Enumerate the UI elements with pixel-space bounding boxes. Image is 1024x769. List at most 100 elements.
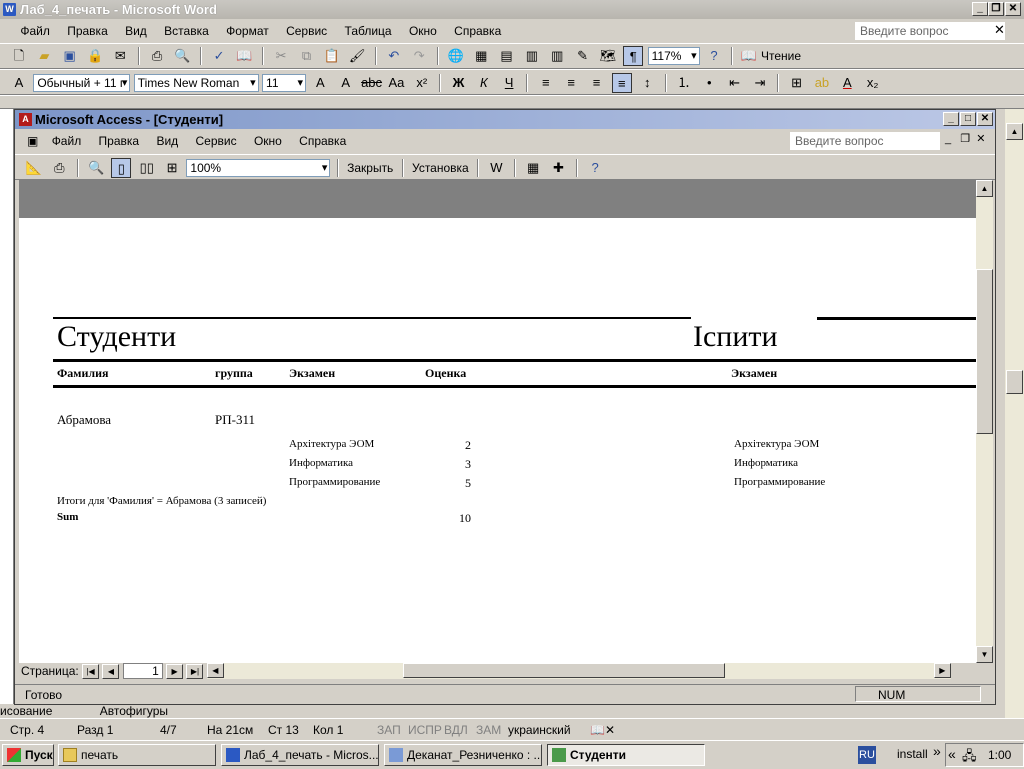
access-scroll-right-icon[interactable]: ▶ xyxy=(933,663,951,678)
one-page-icon[interactable]: ▯ xyxy=(111,158,132,178)
status-ext[interactable]: ВДЛ xyxy=(444,723,468,737)
align-center-icon[interactable]: ≡ xyxy=(561,73,581,93)
undo-icon[interactable]: ↶ xyxy=(384,46,404,66)
multiple-pages-icon[interactable]: ⊞ xyxy=(162,158,182,178)
setup-button[interactable]: Установка xyxy=(410,161,471,175)
status-trk[interactable]: ИСПР xyxy=(408,723,442,737)
access-minimize-button[interactable]: _ xyxy=(943,112,959,126)
word-restore-button[interactable]: ❐ xyxy=(988,2,1004,16)
page-number-input[interactable]: 1 xyxy=(122,663,163,679)
drawing-icon[interactable]: ✎ xyxy=(573,46,593,66)
access-scroll-down-icon[interactable]: ▼ xyxy=(976,646,993,663)
access-doc-restore-icon[interactable]: ❐ xyxy=(960,133,970,145)
office-links-icon[interactable]: W xyxy=(486,158,506,178)
decrease-indent-icon[interactable]: ⇤ xyxy=(725,73,745,93)
styles-icon[interactable]: A xyxy=(9,73,29,93)
access-doc-icon[interactable]: ▣ xyxy=(15,130,41,152)
word-vscroll[interactable]: ▲ xyxy=(1005,109,1024,718)
clock[interactable]: 1:00 xyxy=(988,748,1011,762)
align-left-icon[interactable]: ≡ xyxy=(536,73,556,93)
print-icon[interactable]: ⎙ xyxy=(147,46,167,66)
document-map-icon[interactable]: 🗺 xyxy=(598,46,618,66)
access-menu-help[interactable]: Справка xyxy=(292,130,353,152)
highlight-icon[interactable]: ab xyxy=(812,73,832,93)
network-icon[interactable]: 🖧 xyxy=(962,747,977,769)
access-zoom-select[interactable]: 100% xyxy=(186,159,331,177)
help-icon[interactable]: ? xyxy=(704,46,724,66)
taskbar-item-access-db[interactable]: Деканат_Резниченко : ... xyxy=(384,744,542,766)
email-icon[interactable]: ✉ xyxy=(110,46,130,66)
start-button[interactable]: Пуск xyxy=(2,744,54,766)
access-vscroll[interactable]: ▲ ▼ xyxy=(976,180,993,663)
word-menu-insert[interactable]: Вставка xyxy=(157,20,216,42)
small-caps-icon[interactable]: Aa xyxy=(386,73,406,93)
permission-icon[interactable]: 🔒 xyxy=(85,46,105,66)
access-ask-input[interactable]: Введите вопрос xyxy=(790,132,940,150)
access-close-button[interactable]: ✕ xyxy=(977,112,993,126)
access-help-icon[interactable]: ? xyxy=(585,158,605,178)
redo-icon[interactable]: ↷ xyxy=(409,46,429,66)
increase-indent-icon[interactable]: ⇥ xyxy=(750,73,770,93)
tables-borders-icon[interactable]: ▦ xyxy=(471,46,491,66)
reading-icon[interactable]: 📖 xyxy=(741,46,757,66)
access-menu-tools[interactable]: Сервис xyxy=(189,130,244,152)
access-doc-minimize-icon[interactable]: _ xyxy=(945,133,951,145)
database-window-icon[interactable]: ▦ xyxy=(523,158,543,178)
open-folder-icon[interactable]: ▰ xyxy=(34,46,54,66)
access-menu-view[interactable]: Вид xyxy=(149,130,185,152)
format-painter-icon[interactable]: 🖌 xyxy=(347,46,367,66)
access-hscroll[interactable]: ◀ ▶ xyxy=(206,663,951,679)
access-doc-close-icon[interactable]: ✕ xyxy=(976,133,985,145)
justify-icon[interactable]: ≡ xyxy=(611,73,632,93)
status-rec[interactable]: ЗАП xyxy=(377,723,401,737)
word-menu-help[interactable]: Справка xyxy=(447,20,508,42)
access-scroll-left-icon[interactable]: ◀ xyxy=(206,663,224,678)
autoshapes-label[interactable]: Автофигуры xyxy=(100,704,168,718)
two-pages-icon[interactable]: ▯▯ xyxy=(137,158,157,178)
align-right-icon[interactable]: ≡ xyxy=(587,73,607,93)
font-color-icon[interactable]: A xyxy=(837,73,857,93)
numbering-icon[interactable]: ⒈ xyxy=(674,73,694,93)
access-menu-edit[interactable]: Правка xyxy=(92,130,147,152)
access-print-icon[interactable]: ⎙ xyxy=(49,158,69,178)
word-close-doc-icon[interactable]: ✕ xyxy=(994,22,1005,38)
paste-icon[interactable]: 📋 xyxy=(322,46,342,66)
access-menu-file[interactable]: Файл xyxy=(45,130,89,152)
italic-button[interactable]: К xyxy=(474,73,494,93)
insert-table-icon[interactable]: ▤ xyxy=(497,46,517,66)
access-hscroll-thumb[interactable] xyxy=(402,663,725,678)
next-page-icon[interactable]: ▶ xyxy=(166,663,184,679)
insert-excel-icon[interactable]: ▥ xyxy=(522,46,542,66)
line-spacing-icon[interactable]: ↕ xyxy=(637,73,657,93)
word-minimize-button[interactable]: _ xyxy=(972,2,988,16)
print-preview-icon[interactable]: 🔍 xyxy=(172,46,192,66)
word-menu-edit[interactable]: Правка xyxy=(60,20,115,42)
hyperlink-icon[interactable]: 🌐 xyxy=(446,46,466,66)
install-toolbar-label[interactable]: install xyxy=(897,747,928,761)
save-icon[interactable]: ▣ xyxy=(60,46,80,66)
chevron-right-icon[interactable]: » xyxy=(933,743,941,759)
last-page-icon[interactable]: ▶| xyxy=(186,663,204,679)
taskbar-item-students[interactable]: Студенти xyxy=(547,744,705,766)
style-select[interactable]: Обычный + 11 г xyxy=(33,74,131,92)
copy-icon[interactable]: ⧉ xyxy=(296,46,316,66)
font-select[interactable]: Times New Roman xyxy=(133,74,259,92)
word-zoom-select[interactable]: 117% xyxy=(647,47,700,65)
word-menu-window[interactable]: Окно xyxy=(402,20,444,42)
new-object-icon[interactable]: ✚ xyxy=(548,158,568,178)
prev-page-icon[interactable]: ◀ xyxy=(102,663,120,679)
research-icon[interactable]: 📖 xyxy=(234,46,254,66)
cut-icon[interactable]: ✂ xyxy=(271,46,291,66)
access-scroll-up-icon[interactable]: ▲ xyxy=(976,180,993,197)
tray-chevron-icon[interactable]: « xyxy=(948,746,956,762)
spelling-icon[interactable]: ✓ xyxy=(209,46,229,66)
size-select[interactable]: 11 xyxy=(262,74,307,92)
strike-icon[interactable]: abc xyxy=(361,73,382,93)
taskbar-item-word[interactable]: Лаб_4_печать - Micros... xyxy=(221,744,379,766)
reading-label[interactable]: Чтение xyxy=(761,49,801,63)
access-menu-window[interactable]: Окно xyxy=(247,130,289,152)
access-maximize-button[interactable]: □ xyxy=(960,112,976,126)
word-ask-input[interactable]: Введите вопрос xyxy=(855,22,1005,40)
zoom-icon[interactable]: 🔍 xyxy=(86,158,106,178)
access-scroll-thumb[interactable] xyxy=(976,269,993,434)
